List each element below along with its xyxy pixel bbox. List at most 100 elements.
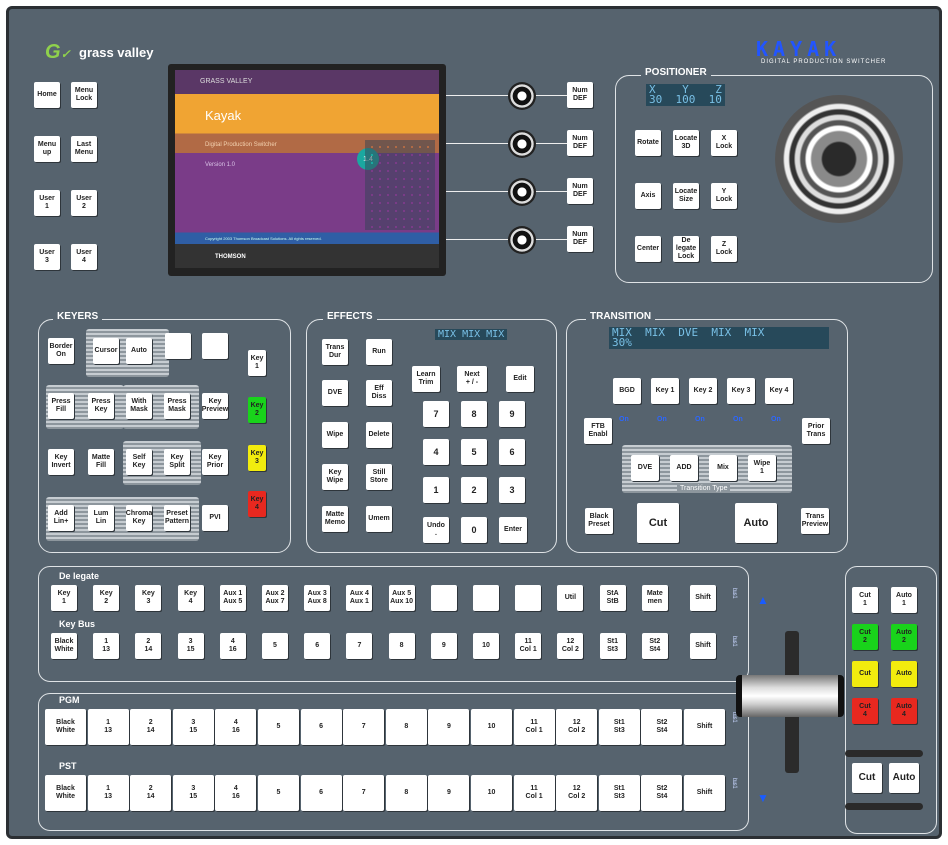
pgm-button[interactable]: 9	[428, 709, 470, 745]
delegate-button[interactable]: Aux 4 Aux 1	[346, 585, 373, 611]
transition-bgd-button[interactable]: BGD	[613, 378, 641, 404]
delegate-button[interactable]: StA StB	[599, 585, 626, 611]
keybus-button[interactable]: 7	[346, 633, 373, 659]
enter-button[interactable]: Enter	[499, 517, 527, 543]
pgm-button[interactable]: 2 14	[130, 709, 172, 745]
keypad-2-button[interactable]: 2	[461, 477, 487, 503]
keybus-button[interactable]: 8	[388, 633, 415, 659]
right-cut-button[interactable]: Cut	[852, 763, 882, 793]
keyer-blank-button[interactable]	[202, 333, 228, 359]
trans-preview-button[interactable]: Trans Preview	[801, 508, 829, 534]
keybus-button[interactable]: 11 Col 1	[515, 633, 542, 659]
pst-button[interactable]: Shift	[684, 775, 725, 811]
rotary-knob-icon[interactable]	[508, 226, 536, 254]
keyer-button[interactable]: Add Lin+	[48, 505, 74, 531]
keyer-button[interactable]: Key Prior	[202, 449, 228, 475]
transition-key1-button[interactable]: Key 1	[651, 378, 679, 404]
arrow-down-icon[interactable]: ▼	[757, 791, 769, 805]
right-auto-button[interactable]: Auto	[889, 763, 919, 793]
edit-button[interactable]: Edit	[506, 366, 534, 392]
effects-button[interactable]: Wipe	[322, 422, 348, 448]
black-preset-button[interactable]: Black Preset	[585, 508, 613, 534]
arrow-up-icon[interactable]: ▲	[757, 593, 769, 607]
pgm-button[interactable]: 10	[471, 709, 512, 745]
pst-button[interactable]: St2 St4	[641, 775, 683, 811]
delegate-button[interactable]: Mate men	[641, 585, 668, 611]
keypad-6-button[interactable]: 6	[499, 439, 525, 465]
num-def-button[interactable]: Num DEF	[567, 130, 593, 156]
user2-button[interactable]: User 2	[71, 190, 97, 216]
keybus-button[interactable]: 2 14	[135, 633, 162, 659]
transition-type-button[interactable]: Mix	[709, 455, 737, 481]
keyer-button[interactable]: Press Fill	[48, 393, 74, 419]
joystick-icon[interactable]	[775, 95, 903, 223]
keybus-button[interactable]: St1 St3	[599, 633, 626, 659]
delegate-button[interactable]: Aux 5 Aux 10	[388, 585, 415, 611]
delegate-button[interactable]: Aux 1 Aux 5	[219, 585, 246, 611]
keybus-button[interactable]: Black White	[51, 633, 77, 659]
keyer-button[interactable]: With Mask	[126, 393, 152, 419]
keyer-button[interactable]: Key Preview	[202, 393, 228, 419]
transition-key4-button[interactable]: Key 4	[765, 378, 793, 404]
key-1-button[interactable]: Key 1	[248, 350, 266, 376]
keybus-button[interactable]: 4 16	[219, 633, 246, 659]
pst-button[interactable]: 4 16	[215, 775, 257, 811]
pgm-button[interactable]: St2 St4	[641, 709, 683, 745]
pst-button[interactable]: 8	[385, 775, 427, 811]
keybus-button[interactable]: 1 13	[93, 633, 120, 659]
pst-button[interactable]: Black White	[45, 775, 86, 811]
auto-keyer-button[interactable]: Auto 1	[891, 587, 917, 613]
delegate-button[interactable]	[515, 585, 542, 611]
keypad-0-button[interactable]: 0	[461, 517, 487, 543]
pgm-button[interactable]: 6	[300, 709, 342, 745]
keyer-button[interactable]: Chroma Key	[126, 505, 152, 531]
pgm-button[interactable]: 7	[343, 709, 385, 745]
rotary-knob-icon[interactable]	[508, 130, 536, 158]
pst-button[interactable]: 5	[258, 775, 299, 811]
keypad-8-button[interactable]: 8	[461, 401, 487, 427]
pgm-button[interactable]: 1 13	[87, 709, 129, 745]
user4-button[interactable]: User 4	[71, 244, 97, 270]
pst-button[interactable]: 6	[300, 775, 342, 811]
pst-button[interactable]: St1 St3	[598, 775, 640, 811]
learn-trim-button[interactable]: Learn Trim	[412, 366, 440, 392]
user3-button[interactable]: User 3	[34, 244, 60, 270]
pgm-button[interactable]: Shift	[684, 709, 725, 745]
pgm-button[interactable]: 11 Col 1	[513, 709, 555, 745]
rotary-knob-icon[interactable]	[508, 178, 536, 206]
cut-keyer-button[interactable]: Cut	[852, 661, 878, 687]
pgm-button[interactable]: St1 St3	[598, 709, 640, 745]
pst-button[interactable]: 3 15	[172, 775, 214, 811]
num-def-button[interactable]: Num DEF	[567, 226, 593, 252]
positioner-button[interactable]: Z Lock	[711, 236, 737, 262]
touch-screen[interactable]: GRASS VALLEY Kayak Digital Production Sw…	[168, 64, 446, 276]
keypad-9-button[interactable]: 9	[499, 401, 525, 427]
keybus-button[interactable]: Shift	[690, 633, 716, 659]
delegate-button[interactable]: Key 1	[51, 585, 77, 611]
cut-button[interactable]: Cut	[637, 503, 679, 543]
pst-button[interactable]: 11 Col 1	[513, 775, 555, 811]
positioner-button[interactable]: Axis	[635, 183, 661, 209]
auto-keyer-button[interactable]: Auto	[891, 661, 917, 687]
positioner-button[interactable]: Locate 3D	[673, 130, 699, 156]
delegate-button[interactable]: Aux 2 Aux 7	[262, 585, 288, 611]
transition-key2-button[interactable]: Key 2	[689, 378, 717, 404]
menu-up-button[interactable]: Menu up	[34, 136, 60, 162]
keyer-button[interactable]: Cursor	[93, 338, 119, 364]
keyer-button[interactable]: Matte Fill	[88, 449, 114, 475]
effects-button[interactable]: Umem	[366, 506, 392, 532]
transition-type-button[interactable]: DVE	[631, 455, 659, 481]
keypad-7-button[interactable]: 7	[423, 401, 449, 427]
effects-button[interactable]: Still Store	[366, 464, 392, 490]
cut-keyer-button[interactable]: Cut 2	[852, 624, 878, 650]
keyer-button[interactable]: Press Key	[88, 393, 114, 419]
auto-keyer-button[interactable]: Auto 4	[891, 698, 917, 724]
pst-button[interactable]: 7	[343, 775, 385, 811]
key-2-button[interactable]: Key 2	[248, 397, 266, 423]
keybus-button[interactable]: 3 15	[177, 633, 204, 659]
effects-button[interactable]: Eff Diss	[366, 380, 392, 406]
delegate-button[interactable]: Util	[557, 585, 584, 611]
pst-button[interactable]: 2 14	[130, 775, 172, 811]
pgm-button[interactable]: 3 15	[172, 709, 214, 745]
num-def-button[interactable]: Num DEF	[567, 82, 593, 108]
